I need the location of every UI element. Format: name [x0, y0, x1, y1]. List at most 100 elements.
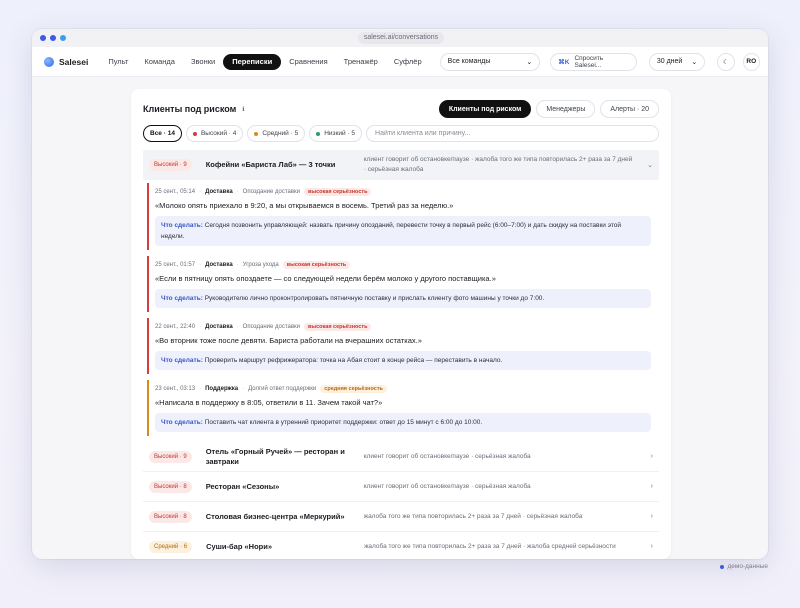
team-select[interactable]: Все команды ⌄ — [439, 52, 541, 71]
risk-clients-panel: Клиенты под риском ℹ Клиенты под риском М… — [131, 89, 671, 559]
severity-badge: Средний · 6 — [149, 540, 193, 553]
severity-dot-icon — [192, 131, 197, 136]
window-dot[interactable] — [50, 35, 56, 41]
demo-data-note: демо-данные — [720, 563, 768, 570]
item-channel: Доставка — [205, 324, 233, 330]
nav-item[interactable]: Суфлёр — [386, 54, 430, 70]
item-quote: «Во вторник тоже после девяти. Бариста р… — [155, 336, 422, 345]
client-name: Суши-бар «Нори» — [206, 541, 273, 551]
url-bar[interactable]: salesei.ai/conversations — [358, 32, 444, 44]
client-search-input[interactable] — [366, 125, 659, 142]
client-row-expanded[interactable]: Высокий · 9 Кофейни «Бариста Лаб» — 3 то… — [143, 150, 659, 180]
window-dot[interactable] — [40, 35, 46, 41]
panel-header: Клиенты под риском ℹ Клиенты под риском М… — [143, 99, 659, 119]
item-topic: Опоздание доставки — [242, 324, 301, 330]
main-nav: Пульт Команда Звонки Переписки Сравнения Трен… — [100, 53, 430, 70]
info-icon[interactable]: ℹ — [242, 106, 244, 113]
todo-box: Что сделать: Поставить чат клиента в утр… — [155, 413, 651, 432]
nav-item[interactable]: Команда — [136, 54, 183, 70]
period-select[interactable]: 30 дней ⌄ — [648, 52, 706, 71]
todo-box: Что сделать: Руководителю лично проконтр… — [155, 289, 651, 308]
theme-toggle-button[interactable]: ☾ — [717, 52, 735, 71]
todo-text: Поставить чат клиента в утренний приорит… — [204, 419, 483, 426]
nav-item[interactable]: Тренажёр — [336, 54, 386, 70]
client-row[interactable]: Средний · 6 Суши-бар «Нори» жалоба того же… — [143, 532, 659, 559]
item-meta: 25 сент., 05:14 · Доставка · Опоздание доста… — [155, 187, 651, 197]
item-meta: 22 сент., 22:40 · Доставка · Опоздание доста… — [155, 322, 651, 332]
nav-item[interactable]: Сравнения — [281, 54, 335, 70]
panel-tabs: Клиенты под риском Менеджеры Алерты · 20 — [438, 100, 659, 118]
chevron-down-icon: ⌄ — [691, 58, 698, 66]
severity-badge: Высокий · 9 — [149, 450, 192, 463]
chevron-right-icon[interactable]: › — [651, 453, 653, 460]
severity-tag: средняя серьёзность — [320, 385, 387, 393]
salesei-logo-icon — [44, 56, 54, 67]
separator: · — [236, 324, 239, 330]
client-reason: жалоба того же типа повторилась 2+ раза … — [364, 542, 616, 550]
item-channel: Доставка — [205, 262, 233, 268]
nav-item[interactable]: Переписки — [223, 53, 282, 70]
severity-badge: Высокий · 8 — [149, 510, 192, 523]
client-row[interactable]: Высокий · 9 Отель «Горный Ручей» — рестор… — [143, 442, 659, 472]
top-navbar: Salesei Пульт Команда Звонки Переписки Сравн… — [32, 47, 768, 77]
filter-chip[interactable]: Все · 14 — [143, 125, 182, 142]
client-reason: клиент говорит об остановке/паузе · серь… — [363, 452, 531, 460]
client-reason: клиент говорит об остановке/паузе · серь… — [363, 482, 531, 490]
conversation-item[interactable]: 22 сент., 22:40 · Доставка · Опоздание доста… — [147, 318, 659, 374]
period-select-value: 30 дней — [656, 58, 683, 65]
severity-dot-icon — [316, 131, 321, 136]
separator: · — [199, 189, 202, 195]
filter-chip[interactable]: Средний · 5 — [247, 125, 306, 142]
separator: · — [199, 386, 202, 392]
item-meta: 23 сент., 03:13 · Поддержка · Долгий ответ п… — [155, 384, 651, 394]
client-reason: жалоба того же типа повторилась 2+ раза … — [363, 512, 583, 520]
conversation-item[interactable]: 25 сент., 05:14 · Доставка · Опоздание доста… — [147, 183, 659, 250]
browser-titlebar: salesei.ai/conversations — [32, 29, 768, 47]
avatar-initials: RO — [746, 58, 757, 65]
chevron-right-icon[interactable]: › — [651, 483, 653, 490]
nav-item[interactable]: Пульт — [100, 54, 136, 70]
severity-badge: Высокий · 9 — [149, 159, 192, 171]
filter-chip-label: Низкий · 5 — [324, 130, 356, 137]
todo-box: Что сделать: Сегодня позвонить управляющ… — [155, 216, 651, 246]
conversation-item[interactable]: 23 сент., 03:13 · Поддержка · Долгий ответ п… — [147, 380, 659, 436]
filter-chip-label: Средний · 5 — [262, 130, 299, 137]
nav-item[interactable]: Звонки — [183, 54, 223, 70]
ask-salesei-button[interactable]: ⌘K Спросить Salesei... — [550, 52, 637, 71]
panel-tab[interactable]: Алерты · 20 — [600, 100, 659, 118]
separator: · — [236, 262, 239, 268]
client-row[interactable]: Высокий · 8 Столовая бизнес-центра «Мерку… — [143, 502, 659, 532]
chevron-down-icon: ⌄ — [526, 58, 533, 66]
item-date: 25 сент., 05:14 — [155, 189, 196, 195]
todo-text: Сегодня позвонить управляющей: назвать п… — [161, 222, 622, 240]
chevron-down-icon[interactable]: ⌄ — [647, 161, 653, 169]
chevron-right-icon[interactable]: › — [651, 513, 653, 520]
item-quote: «Написала в поддержку в 8:05, ответили в… — [155, 398, 383, 407]
panel-title: Клиенты под риском — [143, 104, 237, 114]
item-topic: Долгий ответ поддержки — [248, 386, 317, 392]
filter-chip[interactable]: Высокий · 4 — [185, 125, 244, 142]
severity-dot-icon — [254, 131, 259, 136]
separator: · — [199, 324, 202, 330]
chevron-right-icon[interactable]: › — [651, 543, 653, 550]
team-select-value: Все команды — [447, 58, 491, 65]
brand-name: Salesei — [59, 56, 89, 67]
item-topic: Опоздание доставки — [242, 189, 301, 195]
brand[interactable]: Salesei — [44, 56, 89, 67]
conversation-item[interactable]: 25 сент., 01:57 · Доставка · Угроза ухода выс… — [147, 256, 659, 312]
client-row[interactable]: Высокий · 8 Ресторан «Сезоны» клиент говор… — [143, 472, 659, 502]
todo-label: Что сделать: — [161, 295, 203, 302]
panel-tab[interactable]: Клиенты под риском — [438, 100, 532, 118]
app-window: salesei.ai/conversations Salesei Пульт Ко… — [32, 29, 768, 559]
panel-tab[interactable]: Менеджеры — [536, 100, 596, 118]
shortcut-label: ⌘K — [558, 58, 570, 66]
avatar[interactable]: RO — [742, 52, 760, 71]
todo-label: Что сделать: — [161, 357, 203, 364]
main-content: Клиенты под риском ℹ Клиенты под риском М… — [32, 77, 768, 559]
item-date: 22 сент., 22:40 — [155, 324, 196, 330]
window-dot[interactable] — [60, 35, 66, 41]
client-name: Столовая бизнес-центра «Меркурий» — [205, 511, 345, 521]
todo-text: Проверить маршрут рефрижератора: точка н… — [204, 357, 503, 364]
filter-chip[interactable]: Низкий · 5 — [309, 125, 363, 142]
filter-chip-label: Все · 14 — [150, 130, 175, 137]
